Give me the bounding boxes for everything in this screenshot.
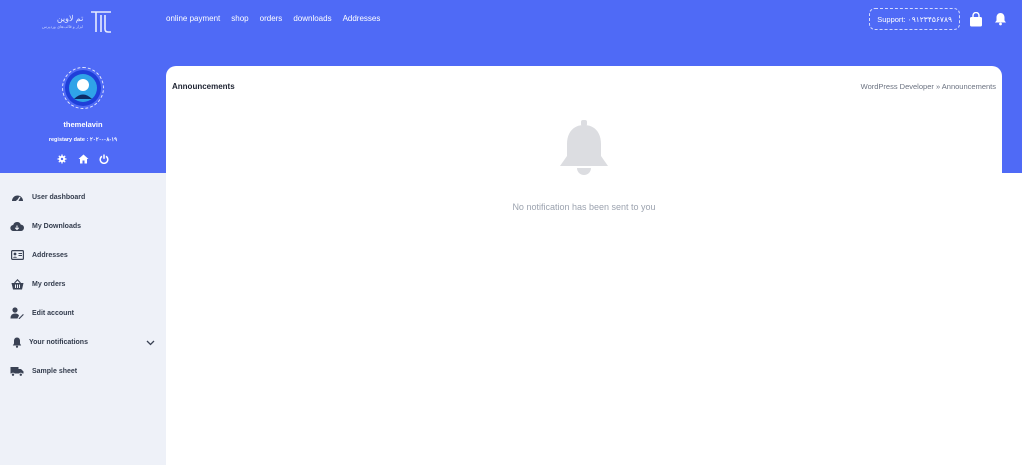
sidebar-item-your-notifications[interactable]: Your notifications bbox=[0, 332, 166, 352]
sidebar-item-label: Addresses bbox=[32, 251, 68, 259]
nav-online-payment[interactable]: online payment bbox=[166, 14, 220, 23]
user-avatar-icon bbox=[69, 74, 97, 102]
nav-orders[interactable]: orders bbox=[260, 14, 283, 23]
user-edit-icon bbox=[10, 306, 24, 320]
sidebar-item-label: Edit account bbox=[32, 309, 75, 317]
nav-shop[interactable]: shop bbox=[231, 14, 248, 23]
cloud-download-icon bbox=[10, 219, 24, 233]
bell-icon bbox=[10, 335, 24, 349]
support-button[interactable]: Support: ۰۹۱۲۳۴۵۶۷۸۹ bbox=[869, 8, 960, 30]
brand-logo[interactable]: تم لاوین ابزار و قالب‌های وردپرس bbox=[42, 8, 122, 36]
sidebar-item-user-dashboard[interactable]: User dashboard bbox=[0, 187, 166, 207]
logo-text: تم لاوین bbox=[56, 14, 84, 23]
sidebar-item-label: My orders bbox=[32, 280, 66, 288]
nav-downloads[interactable]: downloads bbox=[293, 14, 331, 23]
power-icon[interactable] bbox=[99, 153, 110, 164]
breadcrumb[interactable]: WordPress Developer » Announcements bbox=[861, 82, 996, 91]
registry-date: registary date : ۲۰۲۰-۰۸-۱۹ bbox=[48, 137, 118, 143]
header-actions: Support: ۰۹۱۲۳۴۵۶۷۸۹ bbox=[869, 8, 1008, 30]
brand-logo-icon bbox=[91, 11, 112, 33]
nav-addresses[interactable]: Addresses bbox=[343, 14, 381, 23]
empty-state-message: No notification has been sent to you bbox=[512, 202, 656, 212]
announcements-panel: Announcements WordPress Developer » Anno… bbox=[166, 66, 1002, 465]
sidebar: User dashboard My Downloads Addresses My… bbox=[0, 173, 166, 465]
basket-icon bbox=[10, 277, 24, 291]
dashboard-icon bbox=[10, 190, 24, 204]
sidebar-item-addresses[interactable]: Addresses bbox=[0, 245, 166, 265]
sidebar-item-my-downloads[interactable]: My Downloads bbox=[0, 216, 166, 236]
page-title: Announcements bbox=[172, 82, 235, 91]
user-profile: themelavin registary date : ۲۰۲۰-۰۸-۱۹ bbox=[0, 60, 166, 164]
sidebar-item-label: Sample sheet bbox=[32, 367, 78, 375]
avatar[interactable] bbox=[62, 67, 104, 109]
address-card-icon bbox=[10, 248, 24, 262]
shopping-bag-icon[interactable] bbox=[968, 11, 984, 27]
top-nav: online payment shop orders downloads Add… bbox=[166, 14, 380, 23]
sidebar-item-label: Your notifications bbox=[29, 338, 88, 346]
chevron-down-icon[interactable] bbox=[146, 338, 155, 347]
sidebar-item-edit-account[interactable]: Edit account bbox=[0, 303, 166, 323]
logo-subtext: ابزار و قالب‌های وردپرس bbox=[42, 24, 84, 29]
gear-icon[interactable] bbox=[57, 153, 68, 164]
bell-icon bbox=[560, 120, 608, 175]
bell-icon[interactable] bbox=[992, 11, 1008, 27]
sidebar-item-sample-sheet[interactable]: Sample sheet bbox=[0, 361, 166, 381]
truck-icon bbox=[10, 364, 24, 378]
profile-actions bbox=[0, 153, 166, 164]
sidebar-item-my-orders[interactable]: My orders bbox=[0, 274, 166, 294]
sidebar-item-label: User dashboard bbox=[32, 193, 86, 201]
sidebar-item-label: My Downloads bbox=[32, 222, 82, 230]
home-icon[interactable] bbox=[78, 153, 89, 164]
username: themelavin bbox=[63, 120, 103, 129]
